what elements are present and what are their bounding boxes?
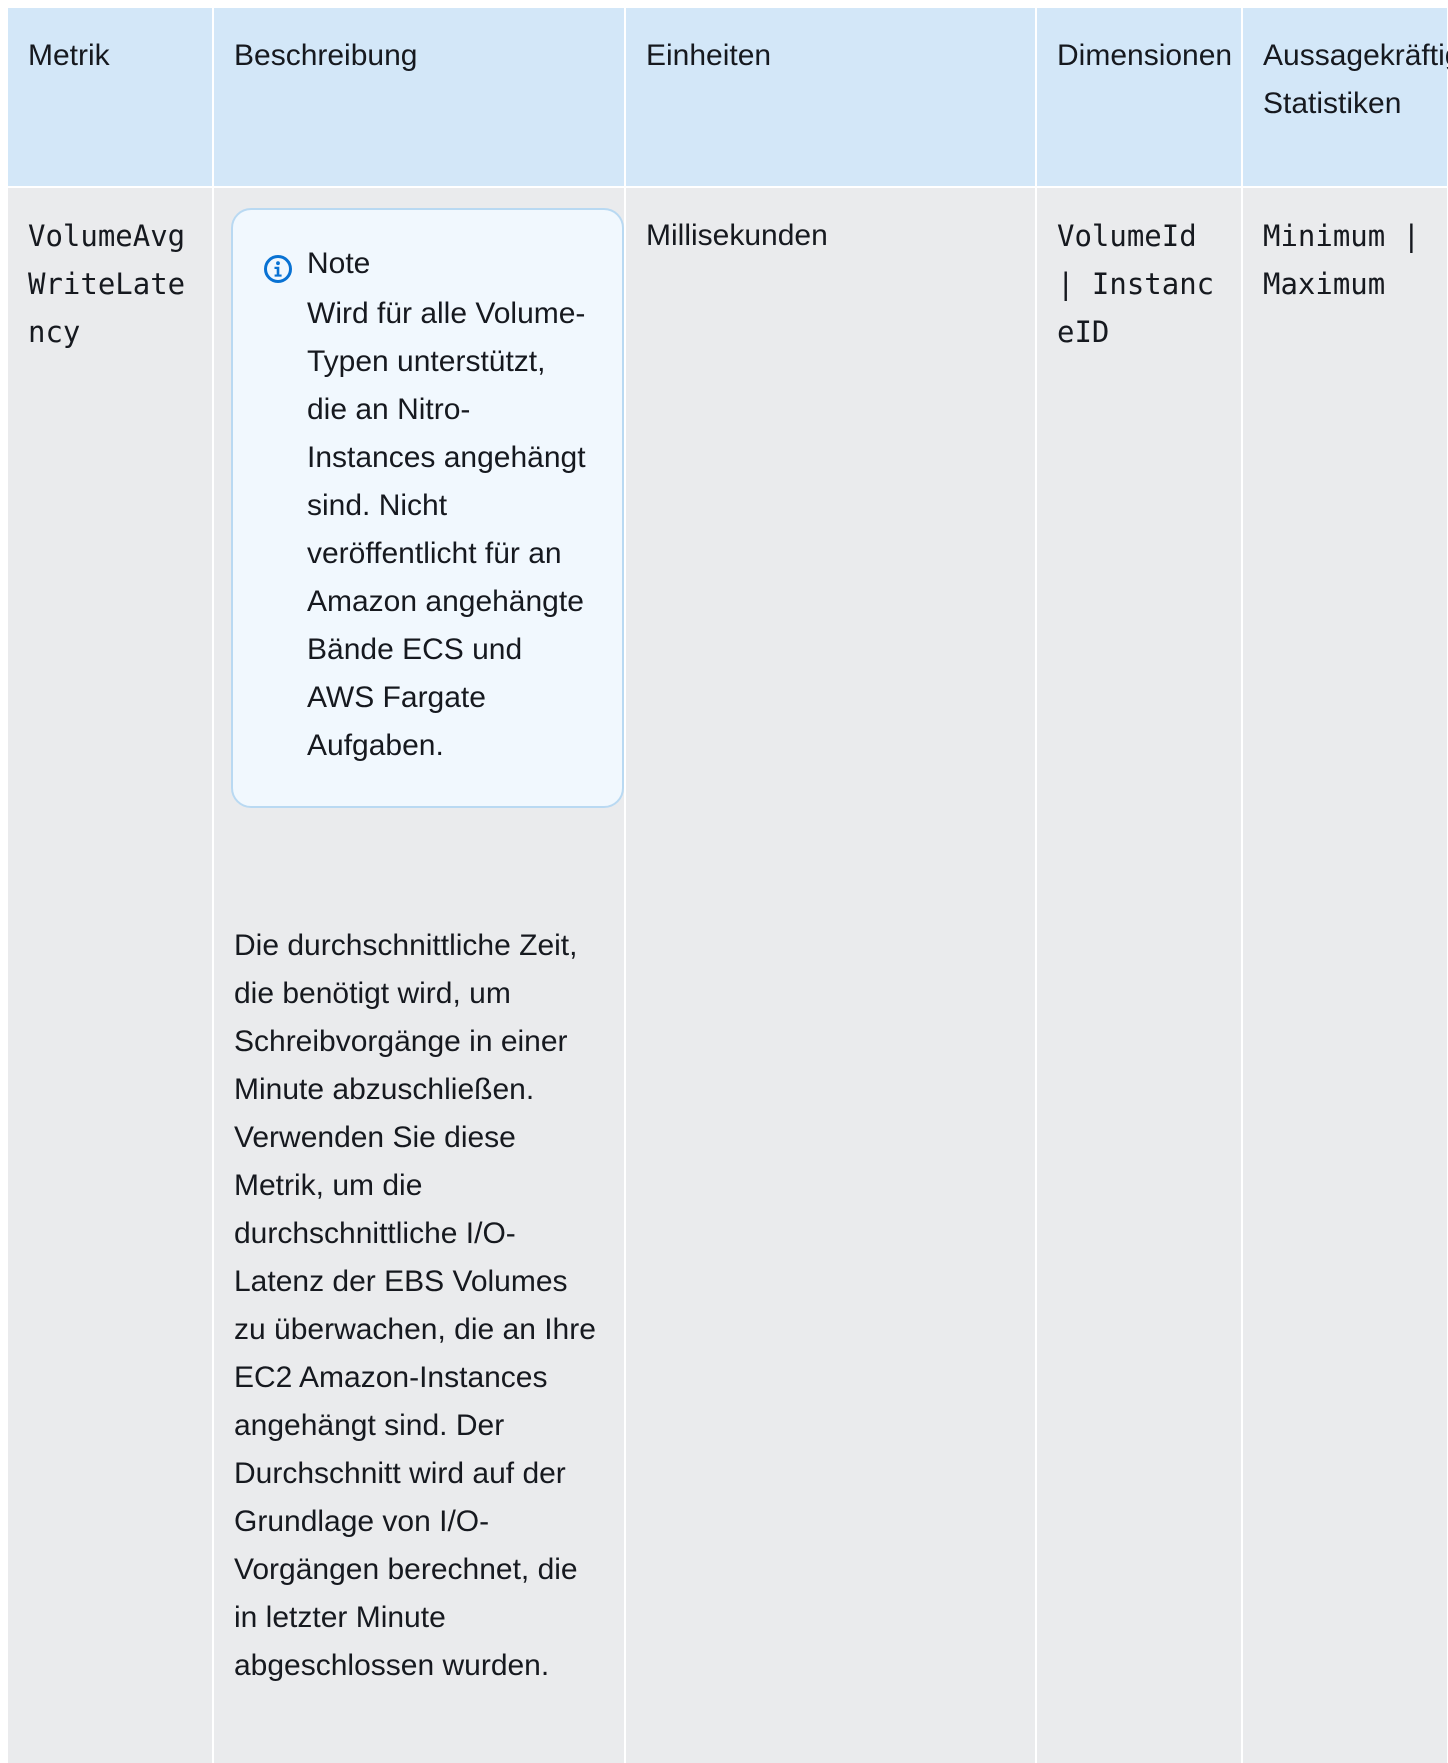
note-text: Wird für alle Volume-Typen unterstützt, … [307,297,586,762]
header-units: Einheiten [625,8,1037,188]
note-callout: Note Wird für alle Volume-Typen unterstü… [231,208,624,808]
description-text: Die durchschnittliche Zeit, die benötigt… [234,929,596,1682]
description-cell: Note Wird für alle Volume-Typen unterstü… [213,187,626,1763]
header-dimensions: Dimensionen [1036,8,1243,188]
header-description: Beschreibung [213,8,626,188]
metric-name-cell: VolumeAvgWriteLatency [8,187,214,1763]
header-metric: Metrik [8,8,214,188]
header-statistics: Aussagekräftige Statistiken [1242,8,1448,188]
metrics-table-container: Metrik Beschreibung Einheiten Dimensione… [8,8,1448,1763]
table-header-row: Metrik Beschreibung Einheiten Dimensione… [8,8,1448,188]
units-cell: Millisekunden [625,187,1037,1763]
statistics-cell: Minimum | Maximum [1242,187,1448,1763]
table-row: VolumeAvgWriteLatency Note Wird für alle… [8,187,1448,1763]
metrics-table: Metrik Beschreibung Einheiten Dimensione… [8,8,1448,1763]
note-content: Note Wird für alle Volume-Typen unterstü… [307,244,592,770]
dimensions-cell: VolumeId | InstanceID [1036,187,1243,1763]
info-circle-icon [264,255,292,283]
note-title: Note [307,247,371,280]
